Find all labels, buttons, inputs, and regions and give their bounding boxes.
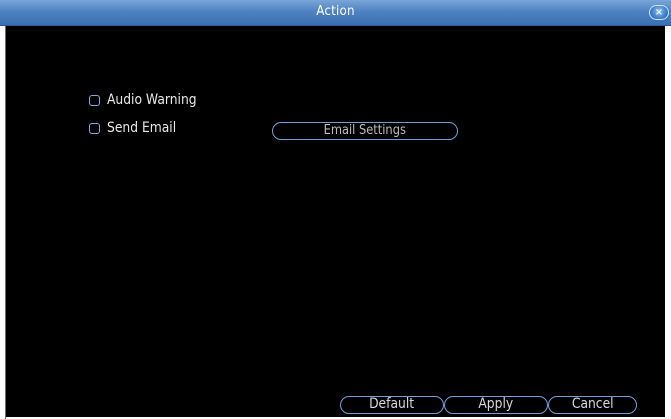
email-settings-label: Email Settings: [323, 123, 407, 138]
audio-warning-checkbox[interactable]: [89, 94, 100, 106]
close-icon: ×: [654, 7, 664, 18]
send-email-label: Send Email: [107, 120, 177, 136]
content-panel: Audio Warning Send Email Email Settings …: [6, 26, 665, 417]
right-border: [665, 26, 671, 419]
cancel-button[interactable]: Cancel: [548, 396, 637, 414]
default-button[interactable]: Default: [340, 396, 444, 414]
window-title: Action: [316, 4, 355, 19]
send-email-option[interactable]: Send Email: [89, 120, 186, 136]
apply-label: Apply: [478, 396, 514, 412]
audio-warning-option[interactable]: Audio Warning: [89, 92, 209, 108]
email-settings-button[interactable]: Email Settings: [272, 122, 458, 140]
apply-button[interactable]: Apply: [444, 396, 548, 414]
default-label: Default: [369, 396, 415, 412]
audio-warning-label: Audio Warning: [107, 92, 197, 108]
title-bar[interactable]: Action ×: [0, 0, 671, 26]
close-button[interactable]: ×: [649, 5, 669, 20]
action-dialog: Action × Audio Warning Send Email Email …: [0, 0, 671, 419]
send-email-checkbox[interactable]: [89, 122, 100, 134]
cancel-label: Cancel: [571, 396, 614, 412]
